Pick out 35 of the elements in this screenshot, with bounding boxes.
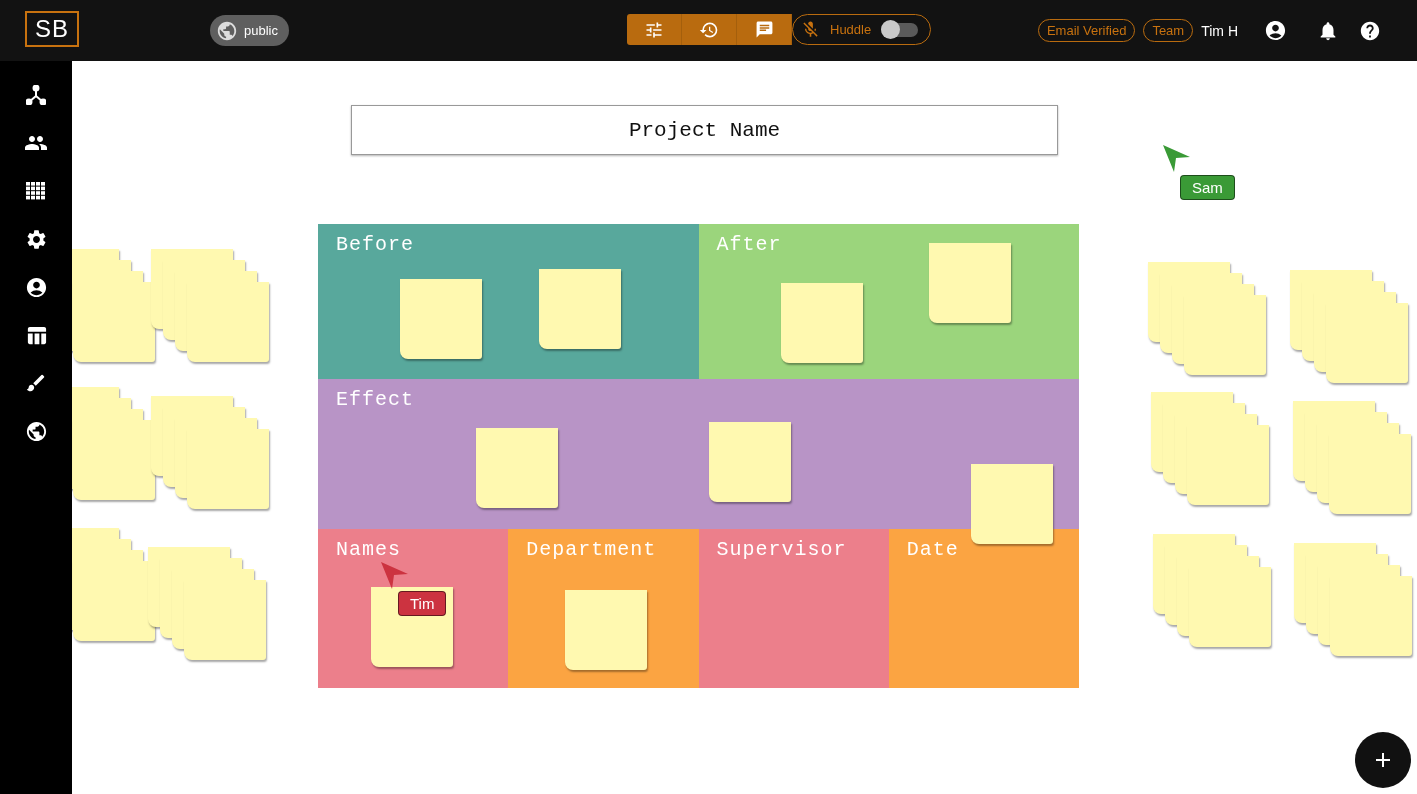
sticky-stack-drawing[interactable] — [151, 249, 270, 363]
sticky-stack-drawing[interactable] — [72, 528, 156, 642]
cursor-name-tag: Tim — [398, 591, 447, 616]
grid-icon — [26, 182, 46, 200]
globe-icon — [216, 19, 238, 42]
cursor-name-tag: Sam — [1180, 175, 1235, 200]
globe-icon[interactable] — [24, 419, 48, 443]
section-label: Date — [906, 538, 959, 561]
sticky-stack-drawing[interactable] — [1151, 392, 1270, 506]
sticky-stack-drawing[interactable] — [72, 387, 156, 501]
sticky-stack-drawing[interactable] — [1294, 543, 1413, 657]
chat-icon — [754, 20, 774, 39]
user-name: Tim H — [1201, 22, 1238, 39]
section-label: Department — [526, 538, 657, 561]
sticky-stack-drawing[interactable] — [1153, 534, 1272, 648]
section-label: Supervisor — [716, 538, 847, 561]
section-label: Before — [336, 233, 414, 256]
sticky-stack-drawing[interactable] — [151, 396, 270, 510]
sticky-stack-drawing[interactable] — [1293, 401, 1412, 515]
sticky-stack-drawing[interactable] — [1148, 262, 1267, 376]
hub-icon — [26, 85, 46, 105]
account-icon[interactable] — [24, 275, 48, 299]
sticky-stack-drawing[interactable] — [72, 249, 156, 363]
add-button[interactable] — [1355, 732, 1411, 788]
sticky-stack-drawing[interactable] — [148, 547, 267, 661]
section-label: Names — [336, 538, 401, 561]
section-label: After — [716, 233, 782, 256]
section-label: Effect — [336, 388, 414, 411]
project-name-field[interactable]: Project Name — [351, 105, 1058, 155]
mic-off-icon — [801, 20, 820, 39]
visibility-button[interactable]: public — [210, 15, 289, 46]
logo[interactable]: SB — [25, 10, 79, 47]
huddle-toggle[interactable] — [881, 22, 919, 37]
sticky-stack-drawing[interactable] — [1290, 270, 1409, 384]
huddle-label: Huddle — [830, 22, 872, 37]
